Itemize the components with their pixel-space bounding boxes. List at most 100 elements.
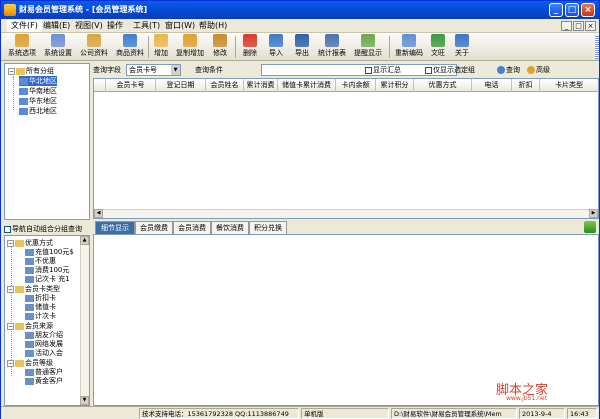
- collapse-icon[interactable]: −: [7, 359, 14, 367]
- item-icon: [25, 257, 34, 265]
- tree-line: [13, 76, 14, 110]
- auto-query-checkbox[interactable]: 导航自动组合分组查询: [4, 224, 90, 235]
- region-icon: [19, 87, 28, 95]
- show-summary-checkbox[interactable]: 显示汇总: [365, 65, 401, 75]
- scroll-right-icon[interactable]: ▶: [589, 209, 598, 218]
- column-header[interactable]: 登记日期: [156, 79, 206, 92]
- query-field-label: 查询字段: [93, 66, 121, 74]
- column-header[interactable]: 累计积分: [376, 79, 414, 92]
- status-edition: 单机版: [301, 408, 389, 419]
- tool-icon[interactable]: [584, 221, 596, 233]
- scroll-up-icon[interactable]: ▲: [80, 236, 89, 245]
- status-time: 16:43: [567, 408, 597, 419]
- nav-item[interactable]: 计次卡: [25, 311, 56, 321]
- column-header[interactable]: 卡片类型: [540, 79, 598, 92]
- menu-edit[interactable]: 编辑(E): [39, 20, 74, 32]
- edit-button[interactable]: 修改: [209, 34, 231, 60]
- grid-hscrollbar[interactable]: ◀ ▶: [94, 209, 598, 218]
- menu-tools[interactable]: 工具(T): [129, 20, 164, 32]
- minimize-button[interactable]: _: [549, 3, 563, 17]
- checkbox-box[interactable]: [4, 225, 11, 233]
- tree-item-south-china[interactable]: 华南地区: [19, 86, 57, 96]
- maximize-button[interactable]: □: [565, 3, 579, 17]
- menu-file[interactable]: 文件(F): [7, 20, 42, 32]
- recode-button[interactable]: 重新编码: [392, 34, 426, 60]
- export-button[interactable]: 导出: [291, 34, 313, 60]
- column-header[interactable]: 优惠方式: [414, 79, 472, 92]
- search-button[interactable]: 查询: [497, 64, 520, 76]
- report-button[interactable]: 统计报表: [315, 34, 349, 60]
- add-icon: [154, 34, 168, 47]
- about-button[interactable]: 关于: [451, 34, 473, 60]
- menu-help[interactable]: 帮助(H): [195, 20, 231, 32]
- folder-icon: [15, 239, 24, 247]
- collapse-icon[interactable]: −: [7, 322, 14, 330]
- detail-tabs: 细节显示 会员缴费 会员消费 餐饮消费 积分兑换: [93, 220, 599, 234]
- tools-icon: [51, 34, 65, 47]
- column-header[interactable]: 累计消费: [244, 79, 278, 92]
- reminder-button[interactable]: 提醒显示: [351, 34, 385, 60]
- menu-bar: 文件(F) 编辑(E) 视图(V) 操作 工具(T) 窗口(W) 帮助(H) _…: [1, 19, 599, 33]
- system-settings-button[interactable]: 系统设置: [41, 34, 75, 60]
- tab-dining[interactable]: 餐饮消费: [211, 221, 249, 234]
- title-bar[interactable]: 财易会员管理系统 - [会员管理系统] _ □ ×: [1, 1, 599, 19]
- collapse-icon[interactable]: −: [8, 67, 15, 75]
- toolbar-grip[interactable]: [595, 35, 599, 59]
- tree-item-northwest[interactable]: 西北地区: [19, 106, 57, 116]
- checkbox-box[interactable]: [425, 66, 432, 74]
- item-icon: [25, 248, 34, 256]
- menu-window[interactable]: 窗口(W): [161, 20, 199, 32]
- nav-item[interactable]: 黄金客户: [25, 376, 63, 386]
- menu-view[interactable]: 视图(V): [71, 20, 107, 32]
- collapse-icon[interactable]: −: [7, 285, 14, 293]
- column-header[interactable]: 会员姓名: [206, 79, 244, 92]
- folder-icon: [15, 285, 24, 293]
- region-icon: [19, 97, 28, 105]
- nav-tree-scrollbar[interactable]: ▲ ▼: [80, 236, 89, 405]
- tree-item-north-china[interactable]: 华北地区: [19, 76, 57, 86]
- advanced-button[interactable]: 高级: [527, 64, 550, 76]
- query-bar: 查询字段 会员卡号 ▼ 查询条件 显示汇总 仅显示选定组 查询 高级: [93, 63, 599, 78]
- add-button[interactable]: 增加: [150, 34, 172, 60]
- query-condition-label: 查询条件: [195, 66, 223, 74]
- system-options-button[interactable]: 系统选项: [5, 34, 39, 60]
- query-field-select[interactable]: 会员卡号 ▼: [126, 64, 181, 76]
- mdi-minimize-button[interactable]: _: [561, 21, 572, 31]
- scroll-down-icon[interactable]: ▼: [80, 396, 89, 405]
- wenwang-button[interactable]: 文旺: [427, 34, 449, 60]
- import-button[interactable]: 导入: [265, 34, 287, 60]
- goods-info-button[interactable]: 商品资料: [113, 34, 147, 60]
- column-header[interactable]: 储值卡累计消费: [278, 79, 336, 92]
- item-icon: [25, 340, 34, 348]
- tab-points[interactable]: 积分兑换: [249, 221, 287, 234]
- collapse-icon[interactable]: −: [7, 239, 14, 247]
- show-selected-group-checkbox[interactable]: 仅显示选定组: [425, 65, 475, 75]
- mdi-close-button[interactable]: ×: [585, 21, 596, 31]
- export-icon: [295, 34, 309, 47]
- nav-item[interactable]: 记次卡 充1: [25, 274, 70, 284]
- copy-add-button[interactable]: 复制增加: [173, 34, 207, 60]
- mdi-restore-button[interactable]: □: [573, 21, 584, 31]
- column-header[interactable]: 折扣: [512, 79, 540, 92]
- nav-item[interactable]: 活动入会: [25, 348, 63, 358]
- scroll-left-icon[interactable]: ◀: [94, 209, 103, 218]
- delete-icon: [243, 34, 257, 47]
- tree-root[interactable]: − 所有分组: [8, 66, 54, 76]
- menu-operate[interactable]: 操作: [103, 20, 127, 32]
- column-header[interactable]: 电话: [472, 79, 512, 92]
- tree-item-east-china[interactable]: 华东地区: [19, 96, 57, 106]
- checkbox-box[interactable]: [365, 66, 372, 74]
- member-grid[interactable]: 会员卡号 登记日期 会员姓名 累计消费 储值卡累计消费 卡内余额 累计积分 优惠…: [93, 78, 599, 219]
- column-header[interactable]: 会员卡号: [106, 79, 156, 92]
- tab-payment[interactable]: 会员缴费: [135, 221, 173, 234]
- chevron-down-icon[interactable]: ▼: [171, 65, 180, 75]
- report-icon: [325, 34, 339, 47]
- company-info-button[interactable]: 公司资料: [77, 34, 111, 60]
- delete-button[interactable]: 删除: [239, 34, 261, 60]
- tab-consumption[interactable]: 会员消费: [173, 221, 211, 234]
- app-icon: [4, 4, 16, 16]
- close-button[interactable]: ×: [581, 3, 595, 17]
- item-icon: [25, 303, 34, 311]
- tab-detail[interactable]: 细节显示: [95, 221, 135, 234]
- column-header[interactable]: 卡内余额: [336, 79, 376, 92]
